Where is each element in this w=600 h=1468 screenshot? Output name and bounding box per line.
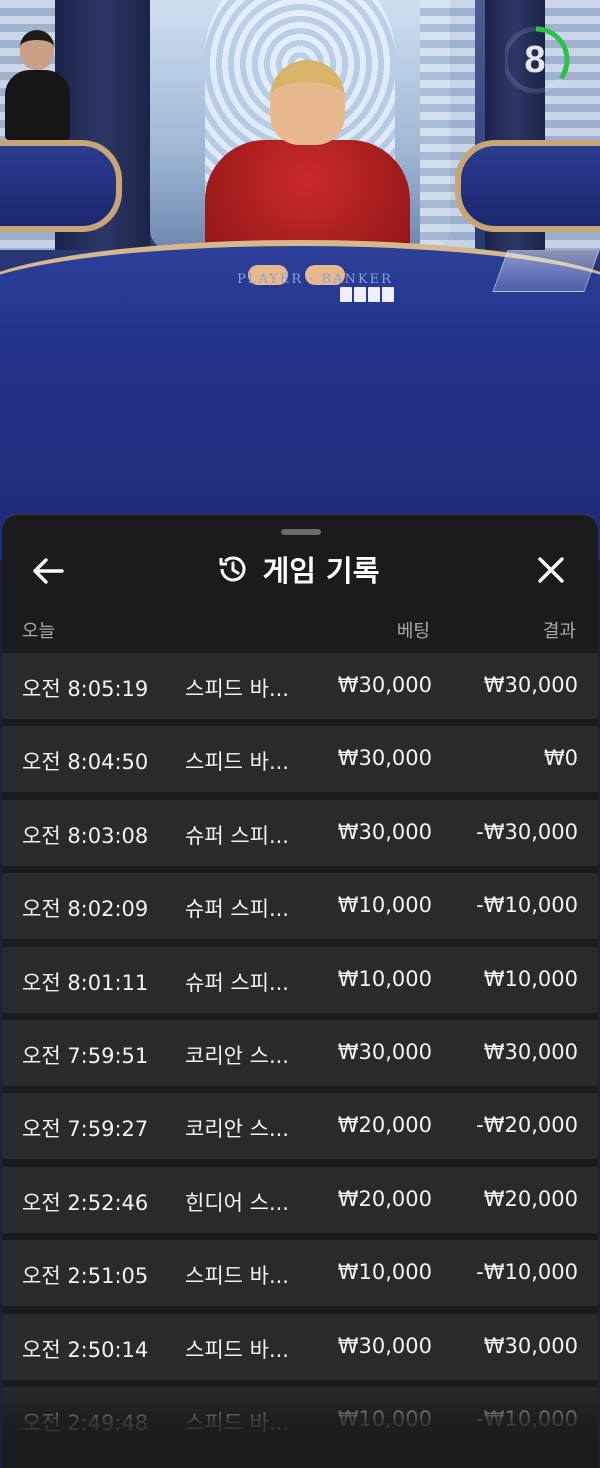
row-result-amount: -₩10,000 bbox=[476, 1406, 578, 1431]
back-button[interactable] bbox=[28, 553, 68, 589]
row-game-name: 스피드 바... bbox=[185, 750, 289, 775]
row-result-amount: -₩10,000 bbox=[476, 893, 578, 918]
row-time: 오전 8:01:11 bbox=[22, 970, 149, 995]
sheet-drag-handle[interactable] bbox=[281, 529, 321, 535]
history-row[interactable]: 오전 2:49:48 스피드 바... ₩10,000 -₩10,000 bbox=[2, 1386, 598, 1453]
side-table bbox=[0, 140, 122, 232]
row-game-name: 스피드 바... bbox=[185, 1337, 289, 1362]
row-game-name: 슈퍼 스피... bbox=[185, 897, 289, 922]
history-row[interactable]: 오전 8:05:19 스피드 바... ₩30,000 ₩30,000 bbox=[2, 653, 598, 719]
row-bet-amount: ₩20,000 bbox=[337, 1186, 432, 1211]
row-bet-amount: ₩20,000 bbox=[337, 1113, 432, 1138]
dealer-head bbox=[270, 60, 345, 145]
row-bet-amount: ₩10,000 bbox=[337, 1260, 432, 1285]
row-bet-amount: ₩10,000 bbox=[337, 893, 432, 918]
row-time: 오전 7:59:51 bbox=[22, 1043, 149, 1068]
row-bet-amount: ₩30,000 bbox=[337, 1039, 432, 1064]
history-clock-icon bbox=[219, 556, 246, 582]
row-game-name: 코리안 스... bbox=[185, 1117, 289, 1142]
column-header-result: 결과 bbox=[542, 621, 576, 642]
row-bet-amount: ₩10,000 bbox=[337, 966, 432, 991]
row-result-amount: ₩20,000 bbox=[483, 1186, 578, 1211]
row-result-amount: -₩30,000 bbox=[476, 819, 578, 844]
row-game-name: 스피드 바... bbox=[185, 1264, 289, 1289]
dealt-cards bbox=[340, 287, 402, 303]
history-row[interactable]: 오전 8:04:50 스피드 바... ₩30,000 ₩0 bbox=[2, 726, 598, 793]
row-game-name: 슈퍼 스피... bbox=[185, 823, 289, 848]
sheet-header: 게임 기록 bbox=[2, 543, 598, 595]
history-row[interactable]: 오전 7:59:27 코리안 스... ₩20,000 -₩20,000 bbox=[2, 1093, 598, 1160]
row-time: 오전 8:05:19 bbox=[22, 677, 149, 701]
close-icon bbox=[538, 557, 564, 583]
history-row[interactable]: 오전 2:50:14 스피드 바... ₩30,000 ₩30,000 bbox=[2, 1313, 598, 1380]
row-time: 오전 2:51:05 bbox=[22, 1264, 149, 1289]
row-result-amount: ₩10,000 bbox=[483, 966, 578, 991]
history-row[interactable]: 오전 2:51:05 스피드 바... ₩10,000 -₩10,000 bbox=[2, 1240, 598, 1307]
row-result-amount: ₩30,000 bbox=[483, 1039, 578, 1064]
row-result-amount: -₩20,000 bbox=[476, 1113, 578, 1138]
countdown-timer: 8 bbox=[502, 25, 575, 95]
history-row[interactable]: 오전 7:59:51 코리안 스... ₩30,000 ₩30,000 bbox=[2, 1019, 598, 1086]
column-header-date: 오늘 bbox=[22, 621, 56, 642]
column-header-bet: 베팅 bbox=[396, 621, 430, 642]
row-game-name: 힌디어 스... bbox=[185, 1190, 289, 1215]
table-print: PLAYER · BANKER bbox=[237, 272, 393, 287]
row-result-amount: -₩10,000 bbox=[476, 1260, 578, 1285]
row-time: 오전 2:52:46 bbox=[22, 1190, 149, 1215]
column-headers: 오늘 베팅 결과 bbox=[2, 615, 598, 645]
row-result-amount: ₩30,000 bbox=[483, 1333, 578, 1358]
history-row[interactable]: 오전 8:02:09 슈퍼 스피... ₩10,000 -₩10,000 bbox=[2, 873, 598, 940]
row-game-name: 스피드 바... bbox=[185, 677, 289, 701]
row-game-name: 코리안 스... bbox=[185, 1043, 289, 1068]
row-game-name: 스피드 바... bbox=[185, 1410, 289, 1435]
row-result-amount: ₩0 bbox=[543, 746, 578, 771]
countdown-value: 8 bbox=[524, 39, 546, 81]
row-bet-amount: ₩30,000 bbox=[337, 673, 432, 697]
card-shoe bbox=[492, 250, 600, 292]
row-time: 오전 2:50:14 bbox=[22, 1337, 149, 1362]
history-row[interactable]: 오전 8:01:11 슈퍼 스피... ₩10,000 ₩10,000 bbox=[2, 946, 598, 1013]
row-time: 오전 8:03:08 bbox=[22, 823, 149, 848]
row-bet-amount: ₩30,000 bbox=[337, 819, 432, 844]
game-history-sheet: 게임 기록 오늘 베팅 결과 오전 8:05:19 스피드 바... ₩30,000… bbox=[2, 514, 598, 1468]
row-bet-amount: ₩30,000 bbox=[337, 746, 432, 771]
row-time: 오전 8:02:09 bbox=[22, 897, 149, 922]
row-bet-amount: ₩30,000 bbox=[337, 1333, 432, 1358]
row-result-amount: ₩30,000 bbox=[483, 673, 578, 697]
history-row[interactable]: 오전 8:03:08 슈퍼 스피... ₩30,000 -₩30,000 bbox=[2, 799, 598, 866]
background-dealer bbox=[5, 30, 70, 140]
close-button[interactable] bbox=[530, 553, 570, 589]
title-group: 게임 기록 bbox=[2, 543, 598, 595]
arrow-left-icon bbox=[33, 558, 64, 584]
row-time: 오전 8:04:50 bbox=[22, 750, 149, 775]
page-title: 게임 기록 bbox=[262, 554, 380, 588]
row-time: 오전 2:49:48 bbox=[22, 1410, 149, 1435]
row-bet-amount: ₩10,000 bbox=[337, 1406, 432, 1431]
side-table bbox=[455, 140, 600, 232]
row-time: 오전 7:59:27 bbox=[22, 1117, 149, 1142]
history-row[interactable]: 오전 2:52:46 힌디어 스... ₩20,000 ₩20,000 bbox=[2, 1166, 598, 1233]
history-list: 오전 8:05:19 스피드 바... ₩30,000 ₩30,000 오전 8:04:… bbox=[2, 653, 598, 1460]
row-game-name: 슈퍼 스피... bbox=[185, 970, 289, 995]
live-video-feed: PLAYER · BANKER 8 bbox=[0, 0, 600, 560]
